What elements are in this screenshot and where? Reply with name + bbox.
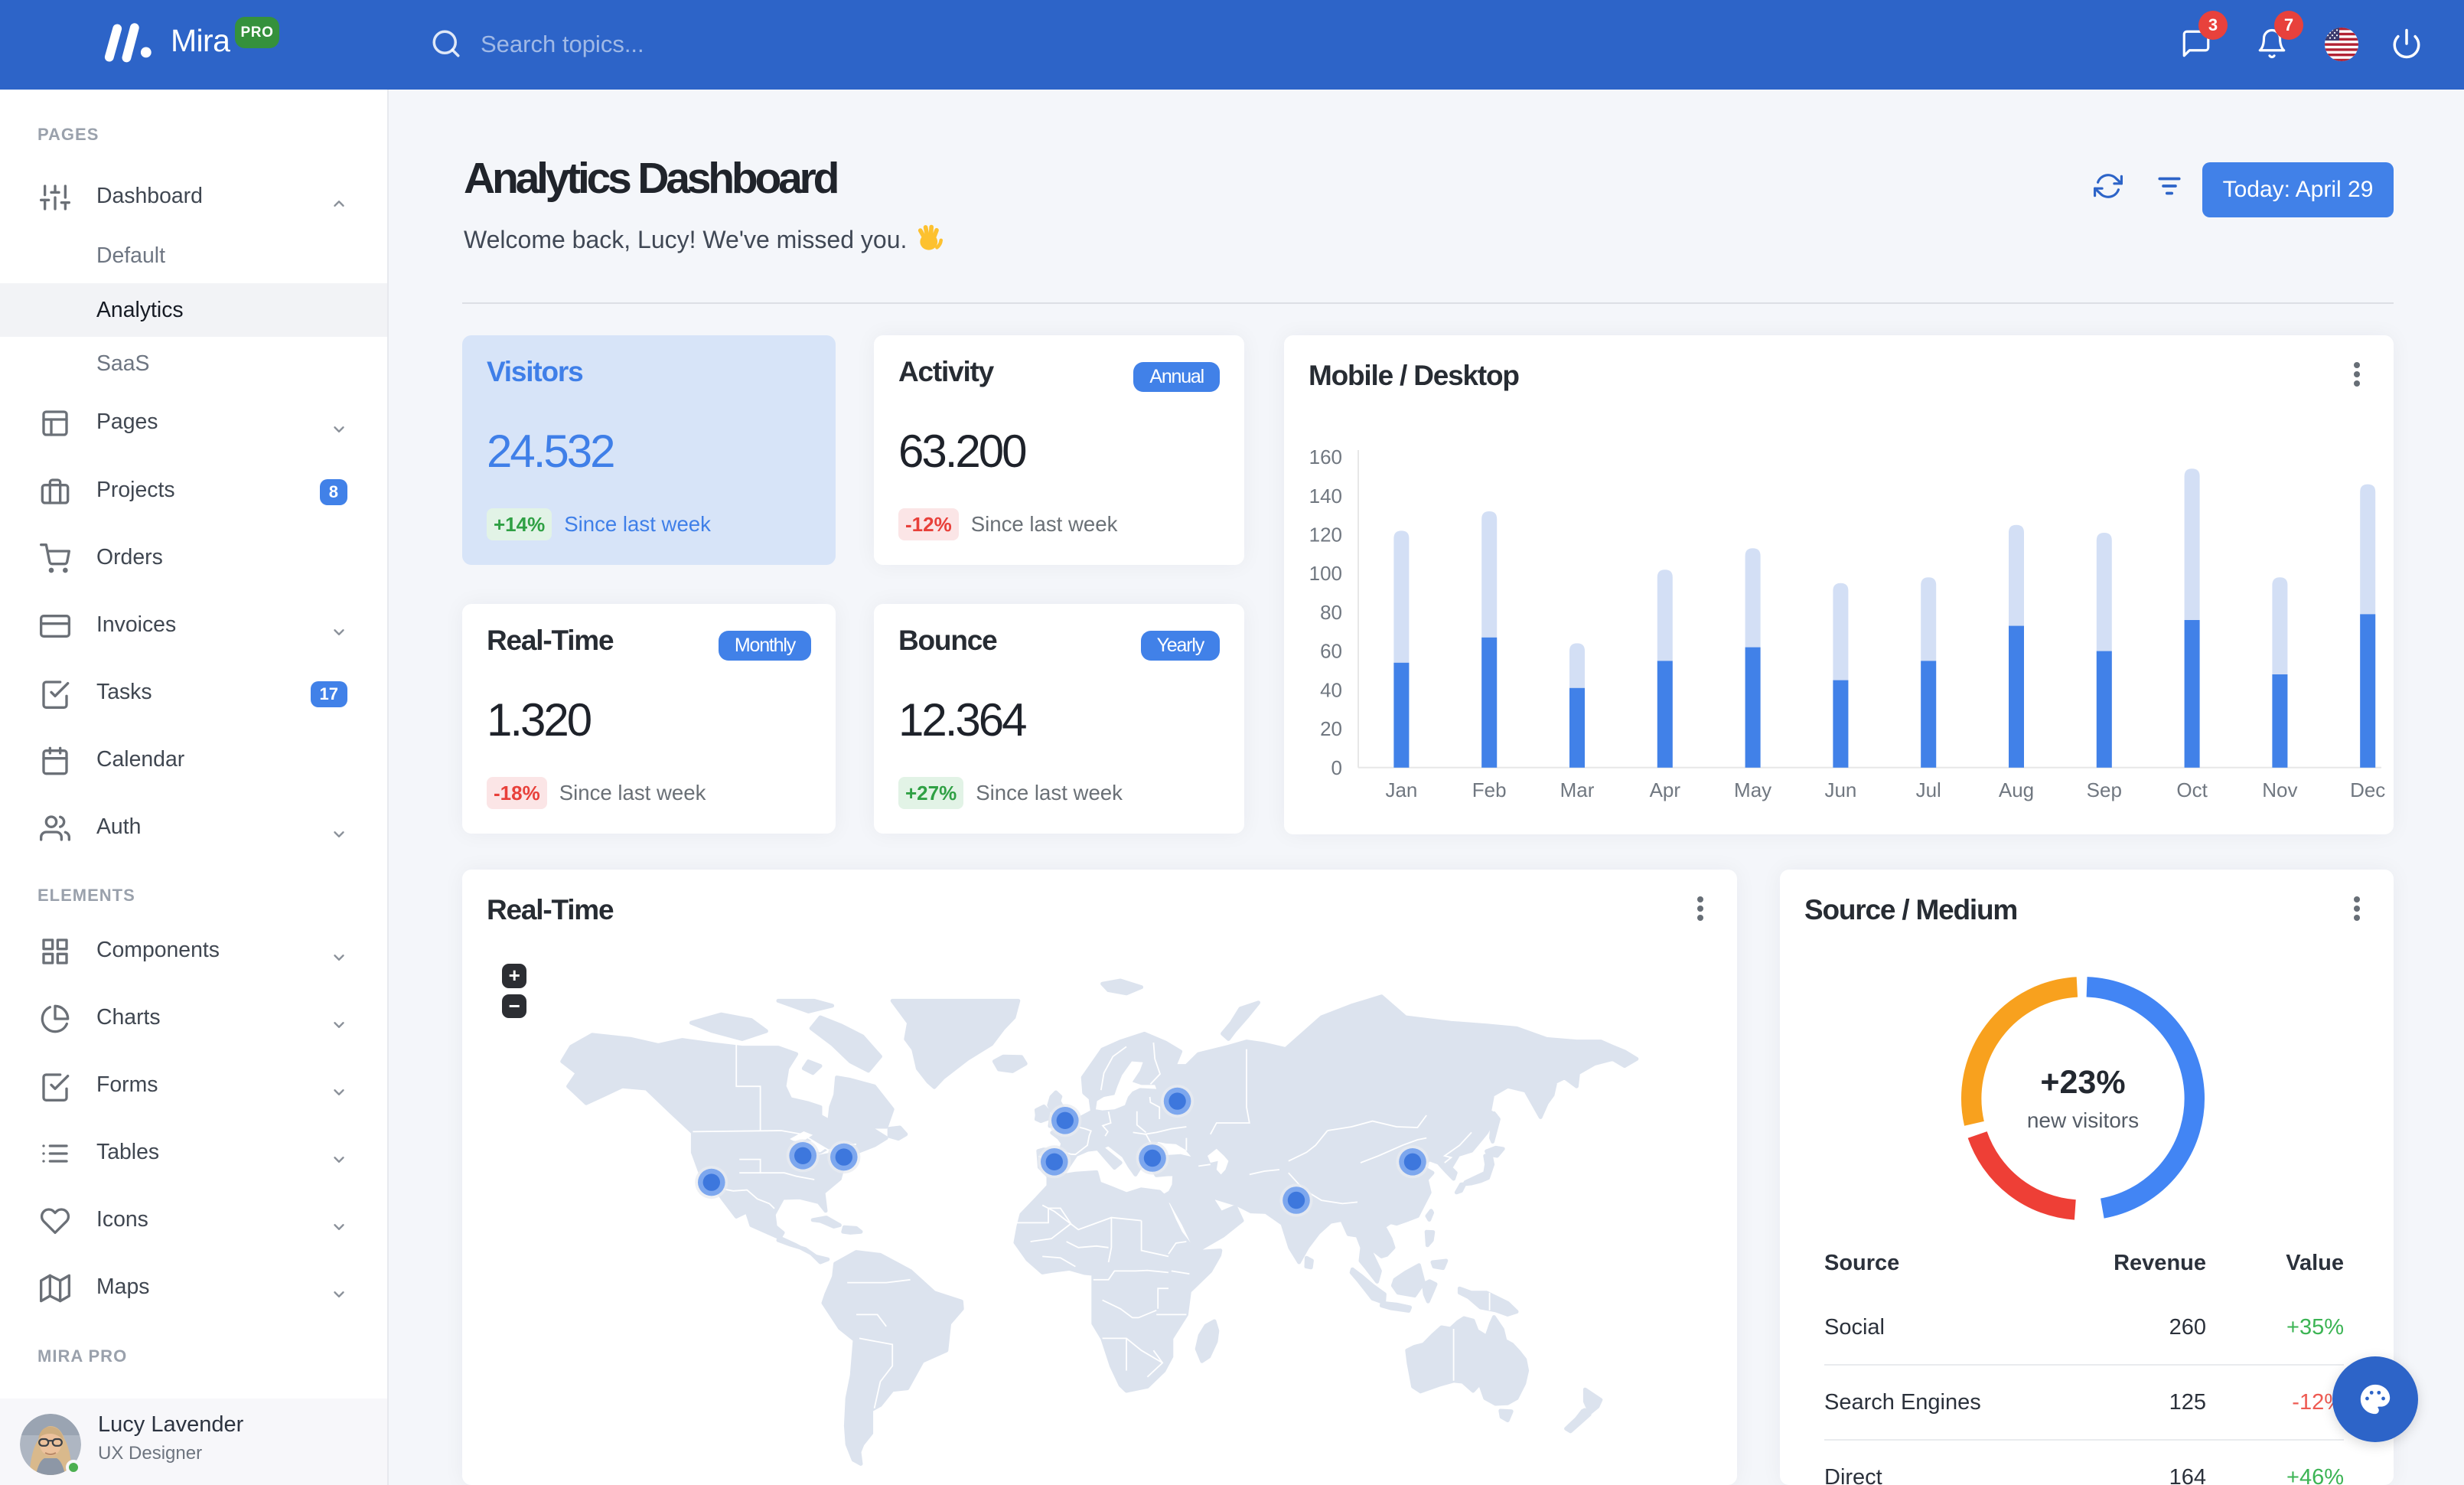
svg-text:May: May [1734, 778, 1771, 801]
svg-text:80: 80 [1320, 601, 1342, 624]
svg-text:Aug: Aug [1999, 778, 2034, 801]
svg-text:160: 160 [1309, 445, 1342, 468]
svg-text:100: 100 [1309, 562, 1342, 585]
svg-text:Apr: Apr [1650, 778, 1681, 801]
svg-text:60: 60 [1320, 640, 1342, 663]
svg-text:20: 20 [1320, 717, 1342, 740]
svg-text:Oct: Oct [2176, 778, 2208, 801]
svg-text:Feb: Feb [1472, 778, 1507, 801]
svg-text:Jun: Jun [1824, 778, 1856, 801]
svg-text:Mar: Mar [1560, 778, 1595, 801]
svg-text:Nov: Nov [2262, 778, 2297, 801]
svg-text:140: 140 [1309, 485, 1342, 508]
svg-text:Jan: Jan [1385, 778, 1417, 801]
svg-text:120: 120 [1309, 523, 1342, 546]
svg-text:Sep: Sep [2087, 778, 2122, 801]
svg-text:40: 40 [1320, 678, 1342, 701]
svg-text:Jul: Jul [1916, 778, 1941, 801]
svg-text:0: 0 [1331, 756, 1342, 779]
svg-text:Dec: Dec [2350, 778, 2385, 801]
